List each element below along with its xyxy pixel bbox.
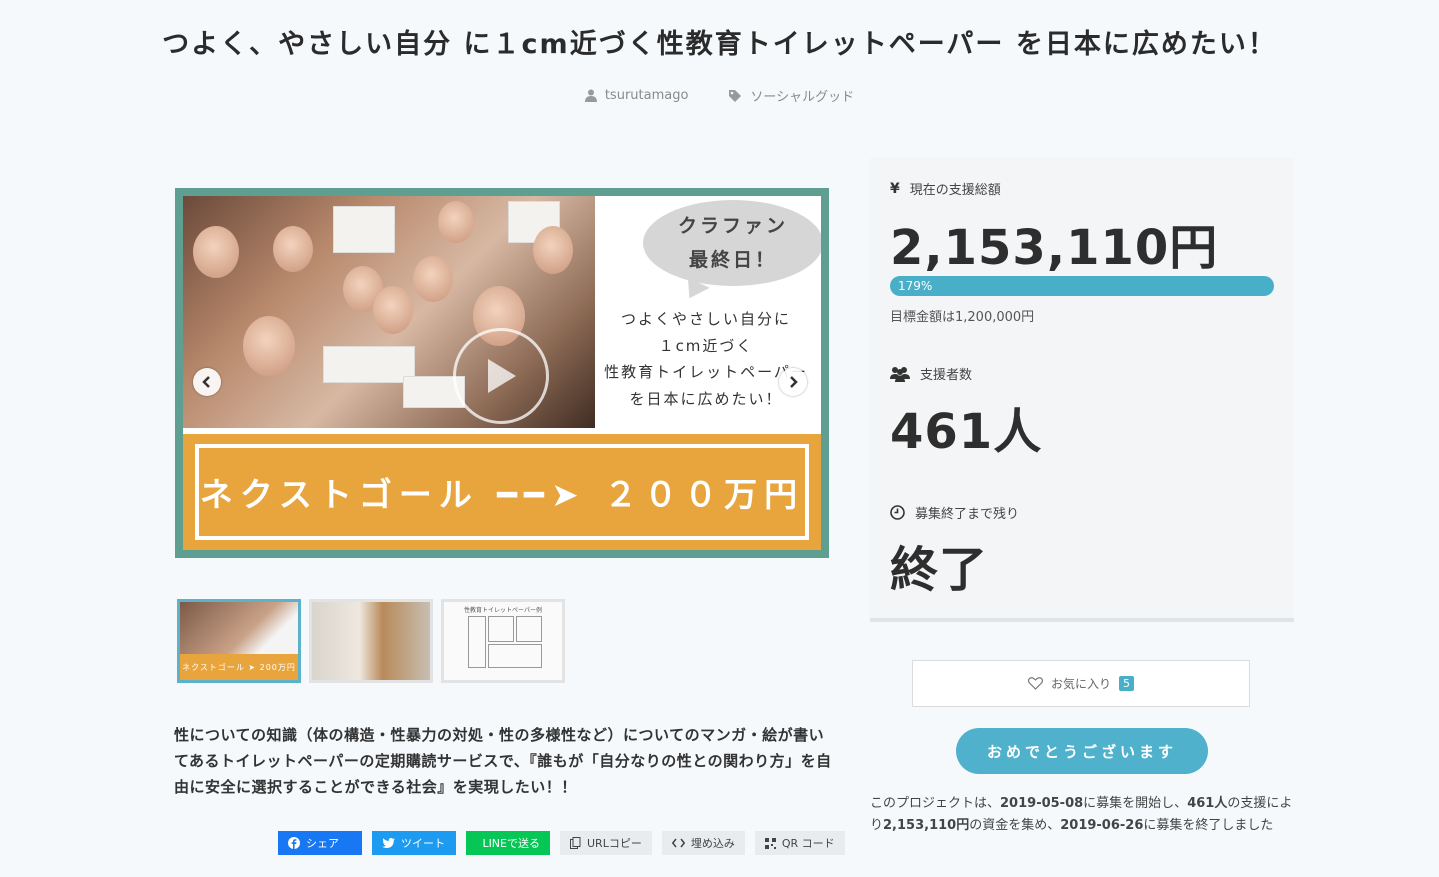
side-line1: つよくやさしい自分に xyxy=(620,310,791,328)
next-goal-text: ネクストゴール ━━➤ ２００万円 xyxy=(195,444,809,540)
author-name: tsurutamago xyxy=(604,88,689,103)
next-goal-banner: ネクストゴール ━━➤ ２００万円 xyxy=(183,434,821,550)
thumbnail-3-caption: 性教育トイレットペーパー例 xyxy=(464,607,542,614)
summary-amount: 2,153,110円 xyxy=(883,818,970,833)
backers-label-row: 支援者数 xyxy=(890,364,972,383)
side-line2: １cm近づく xyxy=(658,336,754,355)
favorite-button[interactable]: お気に入り 5 xyxy=(912,660,1250,707)
thumbnail-3[interactable]: 性教育トイレットペーパー例 xyxy=(441,599,565,683)
summary-text-2: に募集を開始し、 xyxy=(1083,796,1188,811)
category-name: ソーシャルグッド xyxy=(750,90,855,105)
chevron-right-icon xyxy=(790,376,798,388)
qr-code-icon xyxy=(764,837,776,849)
url-copy-button[interactable]: URLコピー xyxy=(560,831,652,855)
bubble-line2: 最終日！ xyxy=(688,249,777,271)
project-title: つよく、やさしい自分 に１cm近づく性教育トイレットペーパー を日本に広めたい！ xyxy=(162,29,1277,60)
remaining-label-row: 募集終了まで残り xyxy=(890,503,1019,522)
summary-text-1: このプロジェクトは、 xyxy=(870,796,1001,811)
twitter-share-button[interactable]: ツイート xyxy=(372,831,456,855)
copy-icon xyxy=(570,837,581,849)
facebook-share-button[interactable]: シェア xyxy=(278,831,362,855)
next-slide-button[interactable] xyxy=(779,368,807,396)
backers-value: 461人 xyxy=(890,404,1043,460)
qr-code-label: QR コード xyxy=(781,837,835,850)
line-share-button[interactable]: LINEで送る xyxy=(466,831,550,855)
goal-amount: 目標金額は1,200,000円 xyxy=(890,310,1035,325)
line-label: LINEで送る xyxy=(482,837,540,850)
favorite-count: 5 xyxy=(1119,676,1134,691)
user-icon xyxy=(584,89,597,102)
summary-end-date: 2019-06-26 xyxy=(1060,818,1144,833)
thumbnail-strip: ネクストゴール ➤ 200万円 性教育トイレットペーパー例 xyxy=(177,599,565,683)
chevron-left-icon xyxy=(202,376,210,388)
twitter-label: ツイート xyxy=(401,837,445,850)
progress-bar: 179% xyxy=(890,276,1274,296)
facebook-icon xyxy=(288,837,300,849)
summary-text-4: の資金を集め、 xyxy=(969,818,1061,833)
summary-start-date: 2019-05-08 xyxy=(1000,796,1084,811)
play-icon xyxy=(488,359,516,393)
thumbnail-1[interactable]: ネクストゴール ➤ 200万円 xyxy=(177,599,301,683)
facebook-label: シェア xyxy=(306,837,339,850)
users-icon xyxy=(890,366,910,382)
project-summary: このプロジェクトは、2019-05-08に募集を開始し、461人の支援により2,… xyxy=(870,793,1294,837)
project-meta: tsurutamago ソーシャルグッド xyxy=(0,86,1439,105)
code-icon xyxy=(671,838,685,848)
thumbnail-1-caption: ネクストゴール ➤ 200万円 xyxy=(180,654,298,680)
summary-backers: 461人 xyxy=(1187,796,1228,811)
final-day-bubble: クラファン 最終日！ xyxy=(643,200,821,286)
category-link[interactable]: ソーシャルグッド xyxy=(728,86,854,105)
remaining-value: 終了 xyxy=(890,542,989,598)
heart-icon xyxy=(1027,677,1043,690)
amount-value: 2,153,110円 xyxy=(890,220,1219,276)
side-line4: を日本に広めたい！ xyxy=(629,389,783,408)
backers-label: 支援者数 xyxy=(920,368,973,383)
embed-button[interactable]: 埋め込み xyxy=(661,831,745,855)
embed-label: 埋め込み xyxy=(690,837,735,850)
summary-text-5: に募集を終了しました xyxy=(1143,818,1274,833)
author-link[interactable]: tsurutamago xyxy=(584,86,689,105)
url-copy-label: URLコピー xyxy=(587,837,642,850)
yen-icon: ¥ xyxy=(890,180,900,197)
hero-side-text: つよくやさしい自分に １cm近づく 性教育トイレットペーパー を日本に広めたい！ xyxy=(601,306,811,412)
amount-label-row: ¥ 現在の支援総額 xyxy=(890,179,1001,199)
thumbnail-2[interactable] xyxy=(309,599,433,683)
congratulations-button[interactable]: おめでとうございます xyxy=(956,728,1208,774)
prev-slide-button[interactable] xyxy=(193,368,221,396)
progress-percent: 179% xyxy=(898,279,933,293)
play-video-button[interactable] xyxy=(453,328,549,424)
remaining-label: 募集終了まで残り xyxy=(915,507,1020,522)
project-description: 性についての知識（体の構造・性暴力の対処・性の多様性など）についてのマンガ・絵が… xyxy=(174,726,832,796)
qr-code-button[interactable]: QR コード xyxy=(754,831,845,855)
clock-icon xyxy=(890,505,905,520)
favorite-label: お気に入り xyxy=(1050,677,1111,691)
funding-stats-panel: ¥ 現在の支援総額 2,153,110円 179% 目標金額は1,200,000… xyxy=(870,158,1294,622)
twitter-icon xyxy=(382,837,395,848)
tag-icon xyxy=(729,89,742,102)
amount-label: 現在の支援総額 xyxy=(909,183,1001,198)
hero-media[interactable]: クラファン 最終日！ つよくやさしい自分に １cm近づく 性教育トイレットペーパ… xyxy=(175,188,829,558)
share-buttons: シェア ツイート LINEで送る URLコピー 埋め込み QR コード xyxy=(278,831,845,855)
bubble-line1: クラファン xyxy=(677,215,788,237)
